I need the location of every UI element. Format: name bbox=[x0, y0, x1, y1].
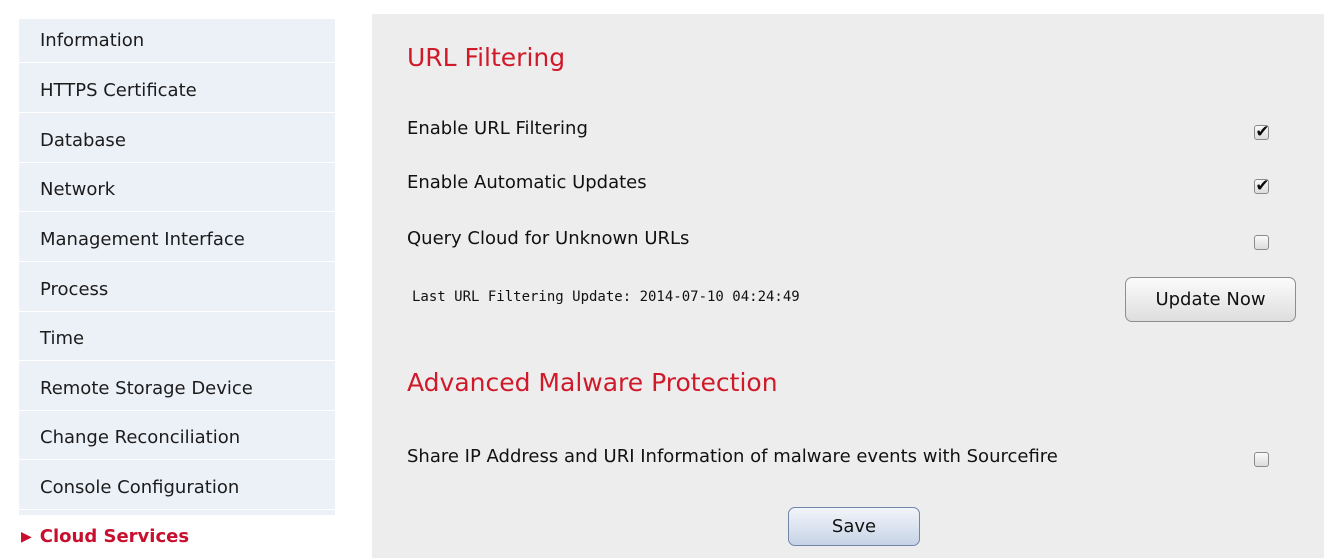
sidebar-item-cloud-services[interactable]: ▶ Cloud Services bbox=[19, 515, 335, 559]
last-update-status: Last URL Filtering Update: 2014-07-10 04… bbox=[412, 289, 800, 305]
enable-url-filtering-label: Enable URL Filtering bbox=[407, 118, 588, 139]
query-cloud-unknown-urls-checkbox[interactable] bbox=[1254, 235, 1269, 250]
check-icon: ✔ bbox=[1255, 176, 1270, 196]
amp-title: Advanced Malware Protection bbox=[407, 368, 778, 397]
save-button[interactable]: Save bbox=[788, 507, 920, 546]
enable-automatic-updates-label: Enable Automatic Updates bbox=[407, 172, 647, 193]
sidebar-item-console-configuration[interactable]: Console Configuration bbox=[19, 466, 335, 510]
share-ip-uri-checkbox[interactable] bbox=[1254, 452, 1269, 467]
active-arrow-icon: ▶ bbox=[21, 529, 32, 545]
update-now-button[interactable]: Update Now bbox=[1125, 277, 1296, 322]
sidebar-item-change-reconciliation[interactable]: Change Reconciliation bbox=[19, 416, 335, 460]
sidebar-item-label: Cloud Services bbox=[39, 526, 190, 547]
sidebar-item-management-interface[interactable]: Management Interface bbox=[19, 218, 335, 262]
url-filtering-title: URL Filtering bbox=[407, 43, 566, 72]
cloud-services-panel: URL Filtering Enable URL Filtering ✔ Ena… bbox=[372, 14, 1324, 558]
sidebar-item-process[interactable]: Process bbox=[19, 268, 335, 312]
sidebar-item-network[interactable]: Network bbox=[19, 168, 335, 212]
enable-automatic-updates-checkbox[interactable]: ✔ bbox=[1254, 176, 1270, 196]
sidebar-item-time[interactable]: Time bbox=[19, 317, 335, 361]
sidebar-item-database[interactable]: Database bbox=[19, 119, 335, 163]
enable-url-filtering-checkbox[interactable]: ✔ bbox=[1254, 122, 1270, 142]
query-cloud-unknown-urls-label: Query Cloud for Unknown URLs bbox=[407, 228, 690, 249]
sidebar-nav: Information HTTPS Certificate Database N… bbox=[19, 19, 335, 559]
sidebar-item-https-certificate[interactable]: HTTPS Certificate bbox=[19, 69, 335, 113]
check-icon: ✔ bbox=[1255, 122, 1270, 142]
sidebar-item-remote-storage-device[interactable]: Remote Storage Device bbox=[19, 367, 335, 411]
sidebar-item-information[interactable]: Information bbox=[19, 19, 335, 63]
share-ip-uri-label: Share IP Address and URI Information of … bbox=[407, 446, 1058, 467]
